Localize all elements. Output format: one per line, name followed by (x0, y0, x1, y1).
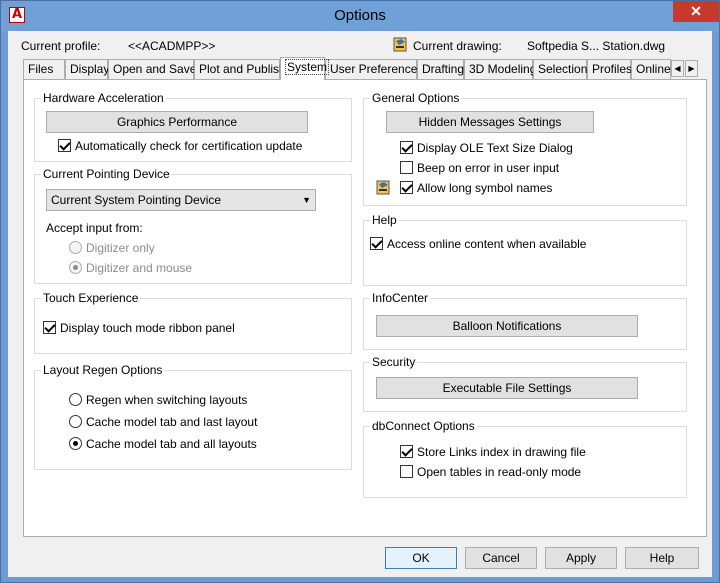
long-symbol-names-checkbox[interactable]: Allow long symbol names (400, 181, 552, 195)
touch-ribbon-panel-label: Display touch mode ribbon panel (60, 321, 235, 335)
store-links-index-checkbox[interactable]: Store Links index in drawing file (400, 445, 586, 459)
checkbox-box[interactable] (400, 161, 413, 174)
tab-open-and-save[interactable]: Open and Save (108, 59, 196, 79)
checkbox-box[interactable] (400, 181, 413, 194)
checkbox-box[interactable] (400, 445, 413, 458)
current-drawing-value: Softpedia S... Station.dwg (527, 39, 666, 53)
hardware-acceleration-group: Hardware Acceleration Graphics Performan… (34, 91, 352, 162)
radio-circle[interactable] (69, 241, 82, 254)
regen-switching-radio[interactable]: Regen when switching layouts (69, 393, 247, 407)
touch-experience-group: Touch Experience Display touch mode ribb… (34, 291, 352, 354)
accept-input-label: Accept input from: (46, 221, 143, 235)
checkbox-box[interactable] (400, 141, 413, 154)
tab-3d-modeling[interactable]: 3D Modeling (464, 59, 536, 79)
balloon-notifications-button[interactable]: Balloon Notifications (376, 315, 638, 337)
tab-plot-and-publish[interactable]: Plot and Publish (194, 59, 286, 79)
read-only-tables-label: Open tables in read-only mode (417, 465, 582, 479)
checkbox-box[interactable] (43, 321, 56, 334)
tab-scroll-left-icon[interactable]: ◀ (671, 60, 684, 77)
store-links-index-label: Store Links index in drawing file (417, 445, 586, 459)
touch-ribbon-panel-checkbox[interactable]: Display touch mode ribbon panel (43, 321, 235, 335)
beep-on-error-label: Beep on error in user input (417, 161, 560, 175)
hidden-messages-settings-button[interactable]: Hidden Messages Settings (386, 111, 594, 133)
radio-circle[interactable] (69, 261, 82, 274)
current-profile-value: <<ACADMPP>> (128, 39, 216, 53)
ok-button[interactable]: OK (385, 547, 457, 569)
apply-button[interactable]: Apply (545, 547, 617, 569)
pointing-device-selected: Current System Pointing Device (51, 193, 222, 207)
regen-switching-label: Regen when switching layouts (86, 393, 248, 407)
dialog-client: Current profile: <<ACADMPP>> Current dra… (8, 31, 712, 577)
checkbox-box[interactable] (58, 139, 71, 152)
tab-online[interactable]: Online (631, 59, 671, 79)
hardware-acceleration-title: Hardware Acceleration (41, 91, 166, 105)
digitizer-only-label: Digitizer only (86, 241, 155, 255)
digitizer-and-mouse-radio[interactable]: Digitizer and mouse (69, 261, 192, 275)
executable-file-settings-button[interactable]: Executable File Settings (376, 377, 638, 399)
infocenter-title: InfoCenter (370, 291, 431, 305)
online-content-label: Access online content when available (387, 237, 587, 251)
drawing-icon (393, 37, 407, 52)
ole-text-size-label: Display OLE Text Size Dialog (417, 141, 573, 155)
help-button[interactable]: Help (625, 547, 699, 569)
general-options-group: General Options Hidden Messages Settings… (363, 91, 687, 206)
window-title: Options (334, 7, 386, 24)
tab-selection[interactable]: Selection (533, 59, 587, 79)
dbconnect-group: dbConnect Options Store Links index in d… (363, 419, 687, 498)
radio-circle[interactable] (69, 437, 82, 450)
radio-circle[interactable] (69, 415, 82, 428)
digitizer-and-mouse-label: Digitizer and mouse (86, 261, 193, 275)
tab-files[interactable]: Files (23, 59, 65, 79)
checkbox-box[interactable] (400, 465, 413, 478)
security-group: Security Executable File Settings (363, 355, 687, 412)
general-options-title: General Options (370, 91, 462, 105)
help-title: Help (370, 213, 399, 227)
pointing-device-title: Current Pointing Device (41, 167, 172, 181)
ole-text-size-checkbox[interactable]: Display OLE Text Size Dialog (400, 141, 573, 155)
pointing-device-group: Current Pointing Device Current System P… (34, 167, 352, 284)
tab-scroll-right-icon[interactable]: ▶ (685, 60, 698, 77)
radio-circle[interactable] (69, 393, 82, 406)
cache-last-layout-label: Cache model tab and last layout (86, 415, 258, 429)
drawing-icon (376, 180, 390, 195)
auto-check-certification-label: Automatically check for certification up… (75, 139, 303, 153)
tab-profiles[interactable]: Profiles (587, 59, 632, 79)
current-profile-label: Current profile: (21, 39, 101, 53)
layout-regen-title: Layout Regen Options (41, 363, 165, 377)
touch-experience-title: Touch Experience (41, 291, 141, 305)
tab-user-preferences[interactable]: User Preferences (325, 59, 423, 79)
long-symbol-names-label: Allow long symbol names (417, 181, 553, 195)
system-tab-panel: Hardware Acceleration Graphics Performan… (23, 79, 707, 537)
cache-all-layouts-radio[interactable]: Cache model tab and all layouts (69, 437, 257, 451)
dbconnect-title: dbConnect Options (370, 419, 477, 433)
tab-drafting[interactable]: Drafting (417, 59, 464, 79)
options-window: A Options ✕ Current profile: <<ACADMPP>>… (0, 0, 720, 583)
graphics-performance-button[interactable]: Graphics Performance (46, 111, 308, 133)
digitizer-only-radio[interactable]: Digitizer only (69, 241, 155, 255)
beep-on-error-checkbox[interactable]: Beep on error in user input (400, 161, 559, 175)
security-title: Security (370, 355, 418, 369)
infocenter-group: InfoCenter Balloon Notifications (363, 291, 687, 350)
online-content-checkbox[interactable]: Access online content when available (370, 237, 586, 251)
title-bar[interactable]: A Options ✕ (1, 1, 719, 31)
layout-regen-group: Layout Regen Options Regen when switchin… (34, 363, 352, 470)
cache-all-layouts-label: Cache model tab and all layouts (86, 437, 257, 451)
auto-check-certification-checkbox[interactable]: Automatically check for certification up… (58, 139, 302, 153)
help-group: Help Access online content when availabl… (363, 213, 687, 286)
chevron-down-icon: ▼ (302, 195, 311, 205)
tab-display[interactable]: Display (65, 59, 109, 79)
read-only-tables-checkbox[interactable]: Open tables in read-only mode (400, 465, 581, 479)
close-button[interactable]: ✕ (673, 1, 719, 22)
cancel-button[interactable]: Cancel (465, 547, 537, 569)
cache-last-layout-radio[interactable]: Cache model tab and last layout (69, 415, 257, 429)
tab-system[interactable]: System (280, 57, 330, 80)
current-drawing-label: Current drawing: (413, 39, 502, 53)
checkbox-box[interactable] (370, 237, 383, 250)
pointing-device-dropdown[interactable]: Current System Pointing Device ▼ (46, 189, 316, 211)
